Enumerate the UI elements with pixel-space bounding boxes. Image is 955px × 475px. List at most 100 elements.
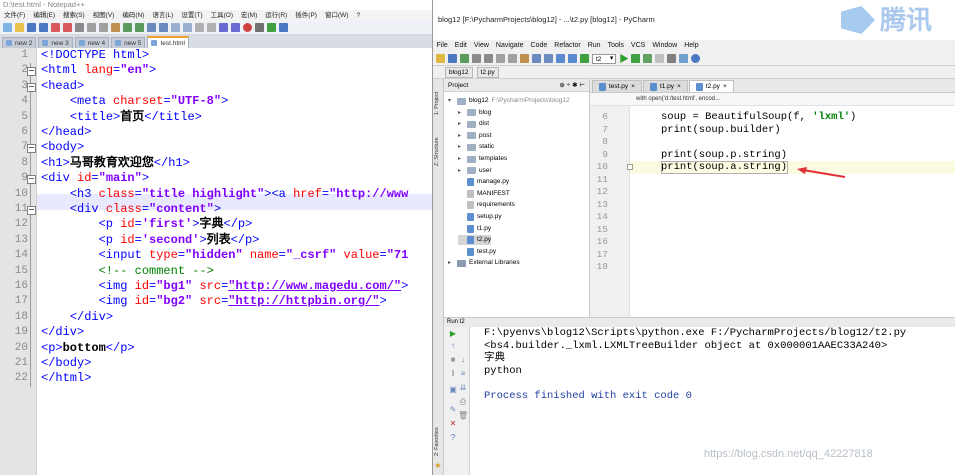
sync-icon[interactable]: [460, 54, 469, 63]
stop-icon[interactable]: [655, 54, 665, 63]
zoom-out-icon[interactable]: [183, 23, 192, 32]
tab-new-4[interactable]: new 4: [74, 37, 110, 48]
project-tree-item[interactable]: ▸ post: [458, 131, 491, 141]
pin-icon[interactable]: ✎: [448, 405, 458, 414]
copy-icon[interactable]: [99, 23, 108, 32]
save-macro-icon[interactable]: [279, 23, 288, 32]
menu-macro[interactable]: 宏(M): [237, 10, 261, 21]
soft-wrap-icon[interactable]: ≡: [458, 369, 468, 378]
record-macro-icon[interactable]: [243, 23, 252, 32]
menu-help[interactable]: Help: [681, 40, 702, 52]
undo-icon[interactable]: [123, 23, 132, 32]
project-tool-tab[interactable]: 1: Project: [434, 85, 443, 121]
show-all-icon[interactable]: [219, 23, 228, 32]
expand-chevron-icon[interactable]: ▾: [448, 96, 454, 106]
editor-tab-t2-py[interactable]: t2.py ×: [688, 80, 734, 93]
menu-tools[interactable]: 工具(O): [207, 10, 237, 21]
forward-icon[interactable]: [568, 54, 577, 63]
paste-icon[interactable]: [111, 23, 120, 32]
stop-icon[interactable]: ■: [448, 355, 458, 364]
fold-toggle-icon[interactable]: [27, 140, 38, 156]
redo-icon[interactable]: [135, 23, 144, 32]
notepad-editor[interactable]: 1 2 3 4 5 6 7 8 9 10 11 12 13 14 15 16 17 18 19 20 21 22 <!DO…: [0, 48, 432, 475]
build-icon[interactable]: [580, 54, 589, 63]
tab-new-3[interactable]: new 3: [38, 37, 73, 48]
breadcrumb-project[interactable]: blog12: [445, 66, 473, 78]
wrap-icon[interactable]: [207, 23, 216, 32]
restore-layout-icon[interactable]: ▣: [448, 385, 458, 394]
cut-icon[interactable]: [496, 54, 505, 63]
menu-file[interactable]: File: [433, 40, 451, 52]
menu-window[interactable]: 窗口(W): [321, 10, 352, 21]
help-icon[interactable]: [691, 54, 701, 63]
menu-navigate[interactable]: Navigate: [492, 40, 527, 52]
fold-toggle-icon[interactable]: [27, 202, 38, 218]
close-icon[interactable]: ×: [677, 81, 681, 93]
expand-chevron-icon[interactable]: ▸: [458, 119, 464, 129]
project-tree-item[interactable]: ▸ blog: [458, 108, 491, 118]
project-view-select[interactable]: Project: [448, 79, 468, 91]
tab-test-html[interactable]: test.html: [147, 36, 189, 48]
tab-new-5[interactable]: new 5: [111, 37, 146, 48]
save-all-icon[interactable]: [39, 23, 48, 32]
save-icon[interactable]: [27, 23, 36, 32]
run-config-select[interactable]: t2: [592, 53, 617, 64]
scroll-end-icon[interactable]: ⇊: [458, 383, 468, 392]
play-macro-icon[interactable]: [267, 23, 276, 32]
copy-icon[interactable]: [508, 54, 517, 63]
menu-window[interactable]: Window: [649, 40, 681, 52]
expand-chevron-icon[interactable]: ▸: [458, 108, 464, 118]
menu-view[interactable]: View: [470, 40, 492, 52]
expand-chevron-icon[interactable]: ▸: [458, 131, 464, 141]
replace-icon[interactable]: [544, 54, 553, 63]
project-tree-item[interactable]: ▾ blog12 F:\PycharmProjects\blog12: [448, 96, 570, 106]
menu-tools[interactable]: Tools: [604, 40, 627, 52]
find-icon[interactable]: [147, 23, 156, 32]
expand-chevron-icon[interactable]: ▸: [448, 258, 454, 268]
menu-help[interactable]: ?: [352, 10, 364, 21]
target-icon[interactable]: ⊕: [559, 82, 564, 89]
menu-code[interactable]: Code: [527, 40, 551, 52]
up-icon[interactable]: ↑: [448, 341, 458, 350]
close-icon[interactable]: [51, 23, 60, 32]
menu-encoding[interactable]: 编码(N): [118, 10, 148, 21]
replace-icon[interactable]: [159, 23, 168, 32]
pause-icon[interactable]: ‖: [448, 369, 458, 378]
project-tree-item[interactable]: manage.py: [458, 177, 509, 187]
menu-plugins[interactable]: 插件(P): [291, 10, 321, 21]
coverage-icon[interactable]: [643, 54, 653, 63]
sync-icon[interactable]: [195, 23, 204, 32]
menu-file[interactable]: 文件(F): [0, 10, 29, 21]
zoom-in-icon[interactable]: [171, 23, 180, 32]
editor-tab-test-py[interactable]: test.py ×: [592, 80, 642, 92]
menu-run[interactable]: Run: [584, 40, 604, 52]
editor-tab-t1-py[interactable]: t1.py ×: [642, 80, 688, 93]
project-tree-item[interactable]: ▸ user: [458, 166, 492, 176]
indent-guide-icon[interactable]: [231, 23, 240, 32]
breadcrumb-file[interactable]: t2.py: [476, 66, 499, 78]
redo-icon[interactable]: [484, 54, 493, 63]
menu-edit[interactable]: Edit: [451, 40, 470, 52]
project-tree-item[interactable]: setup.py: [458, 212, 502, 222]
project-tree-item[interactable]: requirements: [458, 200, 515, 210]
hide-icon[interactable]: ⊢: [579, 82, 585, 89]
open-icon[interactable]: [436, 54, 445, 63]
new-file-icon[interactable]: [3, 23, 12, 32]
project-tree-item[interactable]: t2.py: [458, 235, 492, 246]
print-icon[interactable]: ⎙: [458, 397, 468, 407]
paste-icon[interactable]: [520, 54, 529, 63]
settings-icon[interactable]: [667, 54, 677, 63]
project-tree-item[interactable]: ▸ External Libraries: [448, 258, 520, 268]
close-icon[interactable]: ×: [723, 81, 727, 93]
debug-icon[interactable]: [631, 54, 641, 63]
project-tree-item[interactable]: ▸ dist: [458, 119, 489, 129]
fold-toggle-icon[interactable]: [27, 78, 38, 95]
menu-run[interactable]: 运行(R): [261, 10, 291, 21]
expand-chevron-icon[interactable]: ▸: [458, 154, 464, 164]
favorites-tool-tab[interactable]: 2: Favorites: [434, 419, 443, 465]
menu-vcs[interactable]: VCS: [627, 40, 648, 52]
menu-search[interactable]: 搜索(S): [59, 10, 89, 21]
project-tree-item[interactable]: ▸ templates: [458, 154, 507, 164]
tab-new-2[interactable]: new 2: [2, 37, 37, 48]
fold-marker-icon[interactable]: [627, 164, 633, 170]
